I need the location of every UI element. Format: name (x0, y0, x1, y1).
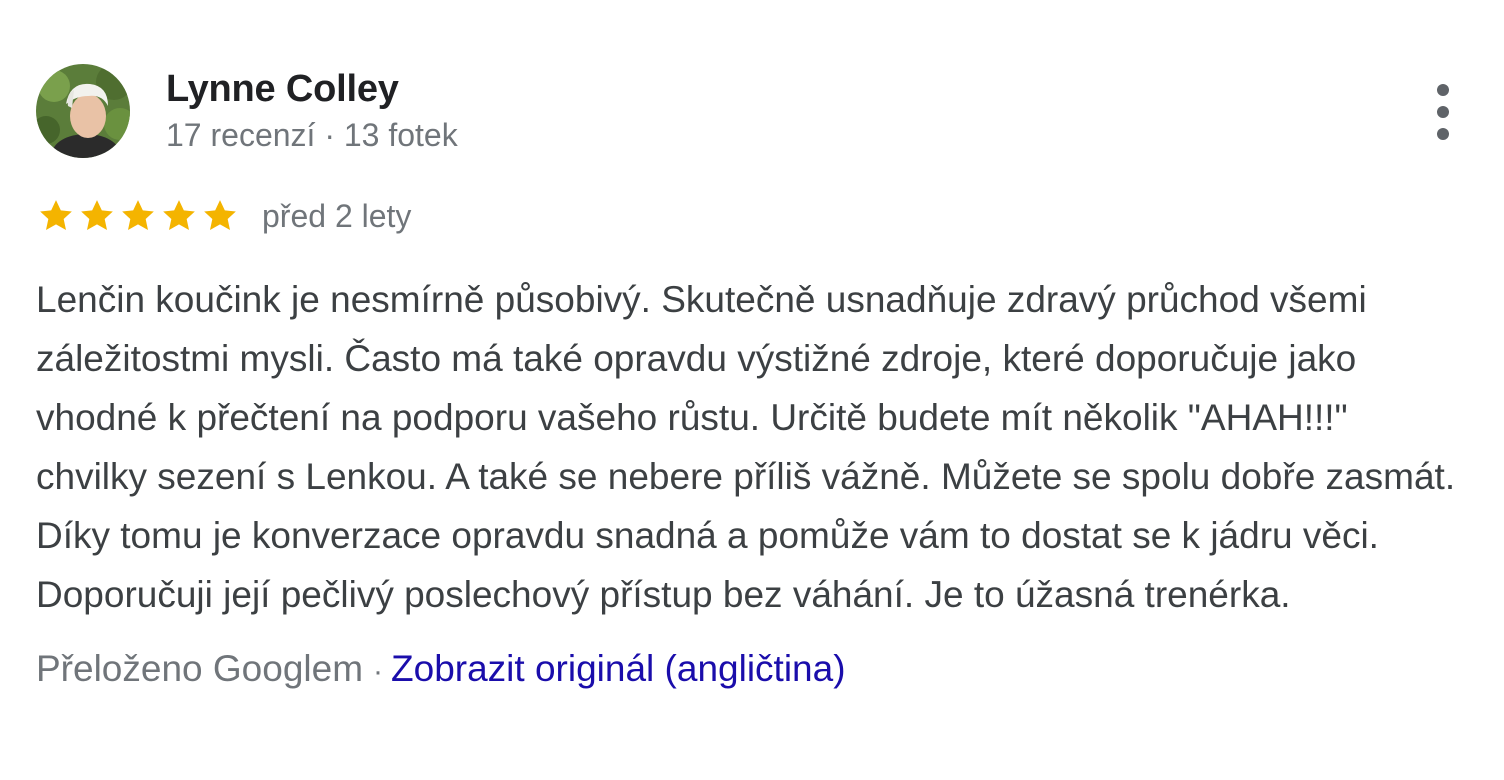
show-original-link[interactable]: Zobrazit originál (angličtina) (391, 648, 845, 689)
review-card: Lynne Colley 17 recenzí · 13 fotek před … (36, 62, 1456, 697)
star-icon (204, 200, 236, 230)
separator: · (373, 655, 384, 688)
author-info: Lynne Colley 17 recenzí · 13 fotek (166, 66, 458, 156)
star-rating (36, 196, 240, 236)
more-vert-icon-dot (1437, 106, 1449, 118)
author-meta[interactable]: 17 recenzí · 13 fotek (166, 114, 458, 156)
avatar-image (36, 64, 130, 158)
more-vert-icon (1437, 84, 1449, 96)
review-text: Lenčin koučink je nesmírně působivý. Sku… (36, 279, 1456, 615)
more-vert-icon-dot (1437, 128, 1449, 140)
author-name[interactable]: Lynne Colley (166, 66, 458, 112)
rating-row: před 2 lety (36, 194, 1456, 238)
more-options-button[interactable] (1430, 84, 1456, 140)
star-icon (81, 200, 113, 230)
review-header: Lynne Colley 17 recenzí · 13 fotek (36, 62, 1456, 162)
star-icon (40, 200, 72, 230)
avatar[interactable] (36, 64, 130, 158)
star-icon (163, 200, 195, 230)
translated-label: Přeloženo Googlem (36, 648, 364, 689)
star-icon (122, 200, 154, 230)
translation-row: Přeloženo Googlem · Zobrazit originál (ang… (36, 644, 1456, 697)
review-date: před 2 lety (262, 197, 412, 234)
